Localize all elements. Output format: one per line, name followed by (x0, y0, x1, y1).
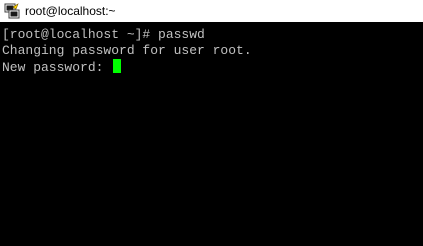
terminal-line: Changing password for user root. (2, 43, 423, 59)
terminal-screen[interactable]: [root@localhost ~]# passwd Changing pass… (0, 22, 423, 246)
terminal-line: [root@localhost ~]# passwd (2, 27, 423, 43)
text-cursor (113, 59, 122, 73)
password-prompt-line: New password: (2, 60, 112, 75)
output-line: Changing password for user root. (2, 43, 252, 58)
command-prompt-line: [root@localhost ~]# passwd (2, 27, 205, 42)
putty-terminal-icon[interactable] (4, 3, 20, 19)
terminal-window: root@localhost:~ [root@localhost ~]# pas… (0, 0, 423, 246)
window-title: root@localhost:~ (25, 4, 116, 18)
terminal-line: New password: (2, 59, 423, 75)
title-bar[interactable]: root@localhost:~ (0, 0, 423, 22)
